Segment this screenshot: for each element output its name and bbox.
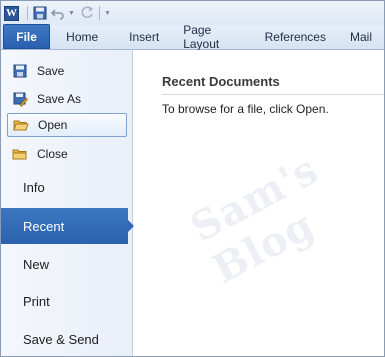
save-label: Save [37,64,65,78]
redo-icon[interactable] [79,5,95,21]
save-as-label: Save As [37,92,82,106]
tab-mailings[interactable]: Mail [338,24,384,49]
recent-documents-pane: Recent Documents To browse for a file, c… [134,50,384,356]
nav-recent[interactable]: Recent [1,208,134,244]
close-label: Close [37,147,68,161]
close-folder-icon [12,146,28,162]
recent-documents-heading: Recent Documents [162,74,280,89]
tab-home[interactable]: Home [50,24,117,49]
backstage-nav: Save Save As Open Close Info Recent New … [1,50,134,357]
save-icon [12,63,28,79]
nav-recent-label: Recent [23,218,65,234]
save-as-icon [12,91,28,107]
close-command[interactable]: Close [7,142,127,166]
customize-toolbar-icon[interactable]: ▼ [104,10,111,17]
nav-info-label: Info [23,179,45,195]
nav-new[interactable]: New [1,246,133,282]
watermark: Sam's Blog [183,145,327,294]
nav-new-label: New [23,256,50,272]
ribbon-tab-bar: File Home Insert Page Layout References … [1,23,384,51]
toolbar-separator [98,6,100,20]
browse-hint-text: To browse for a file, click Open. [162,102,329,116]
toolbar-separator [27,6,28,20]
open-folder-icon [13,117,29,133]
nav-print-label: Print [23,293,50,309]
undo-dropdown-icon[interactable]: ▼ [68,10,75,17]
tab-insert[interactable]: Insert [117,24,171,49]
open-label: Open [38,118,68,132]
save-command[interactable]: Save [7,59,127,83]
tab-page-layout[interactable]: Page Layout [171,23,252,51]
word-app-icon[interactable]: W [4,5,19,21]
nav-info[interactable]: Info [1,169,133,205]
tab-file[interactable]: File [3,24,51,49]
nav-save-and-send[interactable]: Save & Send [1,321,133,357]
quick-access-toolbar: W ▼ ▼ [1,1,384,25]
nav-print[interactable]: Print [1,283,133,319]
save-as-command[interactable]: Save As [7,87,127,111]
save-icon[interactable] [32,5,48,21]
heading-divider [162,94,384,95]
tab-references[interactable]: References [253,24,338,49]
open-command[interactable]: Open [7,113,127,137]
undo-icon[interactable] [50,5,66,21]
nav-save-and-send-label: Save & Send [23,331,99,347]
